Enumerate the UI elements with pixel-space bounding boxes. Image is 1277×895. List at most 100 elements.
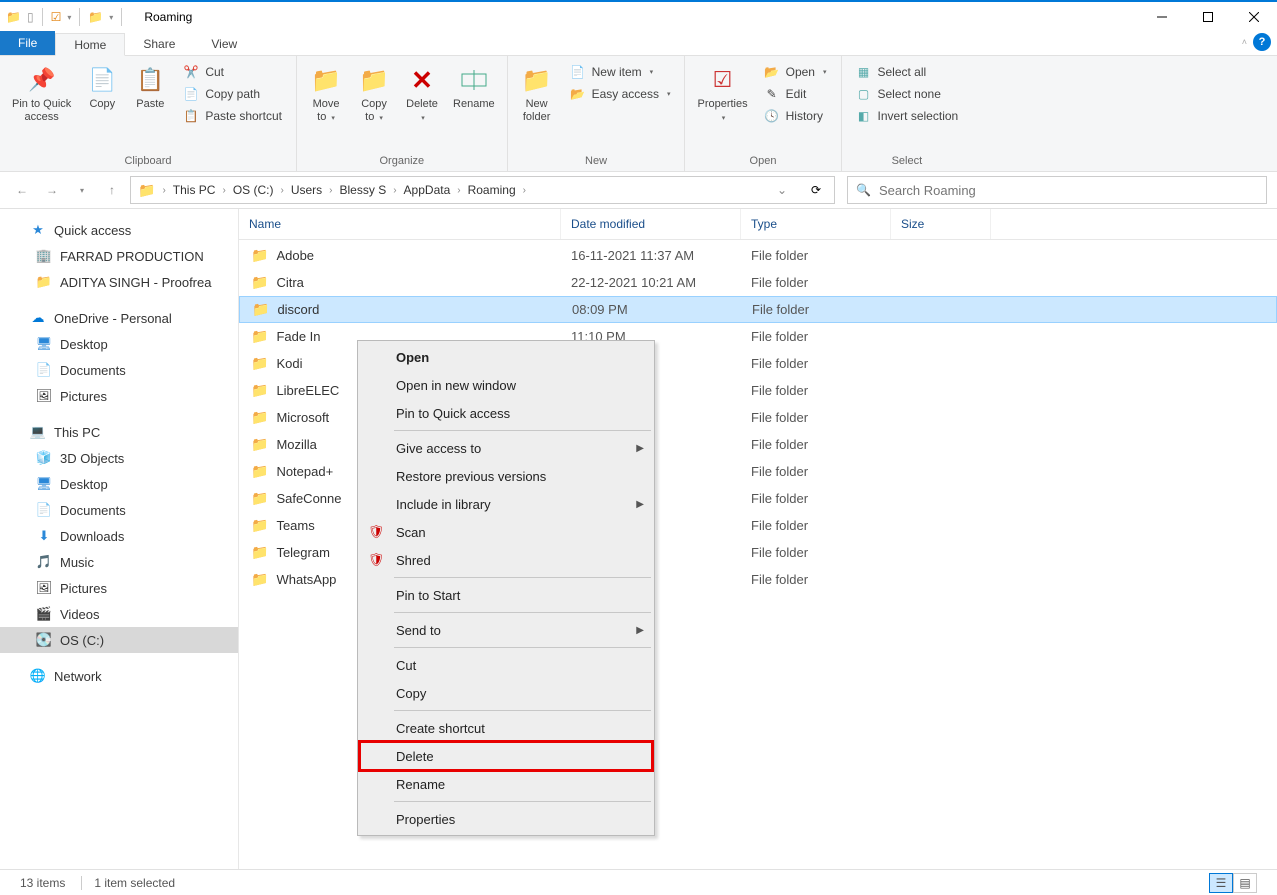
sidebar-documents2[interactable]: 📄Documents — [0, 497, 238, 523]
cmenu-pin-quick[interactable]: Pin to Quick access — [360, 399, 652, 427]
crumb-appdata[interactable]: AppData — [401, 183, 454, 197]
file-name: Notepad+ — [276, 464, 333, 479]
cmenu-rename[interactable]: Rename — [360, 770, 652, 798]
cmenu-open-new-window[interactable]: Open in new window — [360, 371, 652, 399]
file-name: Fade In — [276, 329, 320, 344]
sidebar-aditya[interactable]: 📁ADITYA SINGH - Proofrea — [0, 269, 238, 295]
help-button[interactable]: ? — [1253, 33, 1271, 51]
search-box[interactable]: 🔍 — [847, 176, 1267, 204]
new-folder-button[interactable]: 📁 New folder — [514, 60, 560, 153]
sidebar-farrad[interactable]: 🏢FARRAD PRODUCTION — [0, 243, 238, 269]
file-row[interactable]: 📁Citra 22-12-2021 10:21 AM File folder — [239, 269, 1277, 296]
minimize-button[interactable] — [1139, 2, 1185, 32]
window-controls — [1139, 2, 1277, 32]
file-name: Teams — [276, 518, 314, 533]
cmenu-create-shortcut[interactable]: Create shortcut — [360, 714, 652, 742]
cmenu-delete[interactable]: Delete — [360, 742, 652, 770]
refresh-button[interactable]: ⟳ — [802, 176, 830, 204]
file-name: SafeConne — [276, 491, 341, 506]
delete-button[interactable]: ✕ Delete▾ — [399, 60, 445, 153]
open-button[interactable]: 📂Open ▾ — [760, 62, 831, 82]
edit-button[interactable]: ✎Edit — [760, 84, 831, 104]
file-type: File folder — [741, 356, 891, 371]
sidebar-desktop2[interactable]: 🖥Desktop — [0, 471, 238, 497]
sidebar-documents[interactable]: 📄Documents — [0, 357, 238, 383]
new-item-button[interactable]: 📄New item ▾ — [566, 62, 675, 82]
tab-view[interactable]: View — [193, 32, 255, 55]
paste-shortcut-button[interactable]: 📋Paste shortcut — [179, 106, 286, 126]
recent-locations-button[interactable]: ▾ — [70, 178, 94, 202]
app-icon: ▯ — [27, 10, 34, 24]
breadcrumb[interactable]: 📁 › This PC› OS (C:)› Users› Blessy S› A… — [130, 176, 835, 204]
sidebar-os-c[interactable]: 💽OS (C:) — [0, 627, 238, 653]
tab-file[interactable]: File — [0, 31, 55, 55]
checkbox-icon[interactable]: ☑ — [51, 10, 62, 24]
cmenu-open[interactable]: Open — [360, 343, 652, 371]
cmenu-copy[interactable]: Copy — [360, 679, 652, 707]
folder-icon: 📁 — [251, 274, 268, 291]
sidebar-pictures2[interactable]: 🖼Pictures — [0, 575, 238, 601]
rename-button[interactable]: Rename — [447, 60, 501, 153]
select-none-button[interactable]: ▢Select none — [852, 84, 963, 104]
sidebar-quick-access[interactable]: ★Quick access — [0, 217, 238, 243]
file-row[interactable]: 📁Adobe 16-11-2021 11:37 AM File folder — [239, 242, 1277, 269]
crumb-this-pc[interactable]: This PC — [170, 183, 219, 197]
cmenu-pin-start[interactable]: Pin to Start — [360, 581, 652, 609]
properties-button[interactable]: ☑ Properties▾ — [691, 60, 753, 153]
tab-home[interactable]: Home — [55, 33, 125, 56]
crumb-users[interactable]: Users — [288, 183, 325, 197]
select-all-button[interactable]: ▦Select all — [852, 62, 963, 82]
tab-share[interactable]: Share — [125, 32, 193, 55]
sidebar-music[interactable]: 🎵Music — [0, 549, 238, 575]
sidebar-desktop[interactable]: 🖥Desktop — [0, 331, 238, 357]
cmenu-send-to[interactable]: Send to▶ — [360, 616, 652, 644]
folder-icon: 📁 — [251, 409, 268, 426]
crumb-os[interactable]: OS (C:) — [230, 183, 277, 197]
status-bar: 13 items 1 item selected ☰ ▤ — [0, 869, 1277, 895]
pin-quick-access-button[interactable]: 📌 Pin to Quick access — [6, 60, 77, 153]
header-type[interactable]: Type — [741, 209, 891, 239]
chevron-up-icon[interactable]: ˄ — [1242, 37, 1247, 47]
cmenu-restore[interactable]: Restore previous versions — [360, 462, 652, 490]
sidebar-3d-objects[interactable]: 🧊3D Objects — [0, 445, 238, 471]
address-dropdown[interactable]: ⌄ — [770, 178, 794, 202]
copy-path-button[interactable]: 📄Copy path — [179, 84, 286, 104]
cmenu-cut[interactable]: Cut — [360, 651, 652, 679]
folder-icon: 📁 — [6, 10, 21, 24]
search-input[interactable] — [879, 183, 1258, 198]
details-view-button[interactable]: ☰ — [1209, 873, 1233, 893]
copy-button[interactable]: 📄 Copy — [79, 60, 125, 153]
sidebar-this-pc[interactable]: 💻This PC — [0, 419, 238, 445]
copy-to-button[interactable]: 📁 Copy to ▾ — [351, 60, 397, 153]
sidebar-onedrive[interactable]: ☁OneDrive - Personal — [0, 305, 238, 331]
invert-selection-button[interactable]: ◧Invert selection — [852, 106, 963, 126]
cmenu-shred[interactable]: 🛡Shred — [360, 546, 652, 574]
forward-button[interactable]: → — [40, 178, 64, 202]
close-button[interactable] — [1231, 2, 1277, 32]
back-button[interactable]: ← — [10, 178, 34, 202]
crumb-roaming[interactable]: Roaming — [465, 183, 519, 197]
cmenu-properties[interactable]: Properties — [360, 805, 652, 833]
header-size[interactable]: Size — [891, 209, 991, 239]
cmenu-give-access[interactable]: Give access to▶ — [360, 434, 652, 462]
cmenu-scan[interactable]: 🛡Scan — [360, 518, 652, 546]
sidebar-videos[interactable]: 🎬Videos — [0, 601, 238, 627]
crumb-user[interactable]: Blessy S — [337, 183, 390, 197]
sidebar-network[interactable]: 🌐Network — [0, 663, 238, 689]
paste-button[interactable]: 📋 Paste — [127, 60, 173, 153]
easy-access-button[interactable]: 📂Easy access ▾ — [566, 84, 675, 104]
history-button[interactable]: 🕓History — [760, 106, 831, 126]
header-name[interactable]: Name — [239, 209, 561, 239]
ribbon: 📌 Pin to Quick access 📄 Copy 📋 Paste ✂️C… — [0, 56, 1277, 172]
sidebar-pictures[interactable]: 🖼Pictures — [0, 383, 238, 409]
header-date[interactable]: Date modified — [561, 209, 741, 239]
icons-view-button[interactable]: ▤ — [1233, 873, 1257, 893]
cut-button[interactable]: ✂️Cut — [179, 62, 286, 82]
file-row[interactable]: 📁discord 08:09 PM File folder — [239, 296, 1277, 323]
sidebar-downloads[interactable]: ⬇Downloads — [0, 523, 238, 549]
cmenu-include-library[interactable]: Include in library▶ — [360, 490, 652, 518]
maximize-button[interactable] — [1185, 2, 1231, 32]
move-to-button[interactable]: 📁 Move to ▾ — [303, 60, 349, 153]
up-button[interactable]: ↑ — [100, 178, 124, 202]
navigation-bar: ← → ▾ ↑ 📁 › This PC› OS (C:)› Users› Ble… — [0, 172, 1277, 208]
